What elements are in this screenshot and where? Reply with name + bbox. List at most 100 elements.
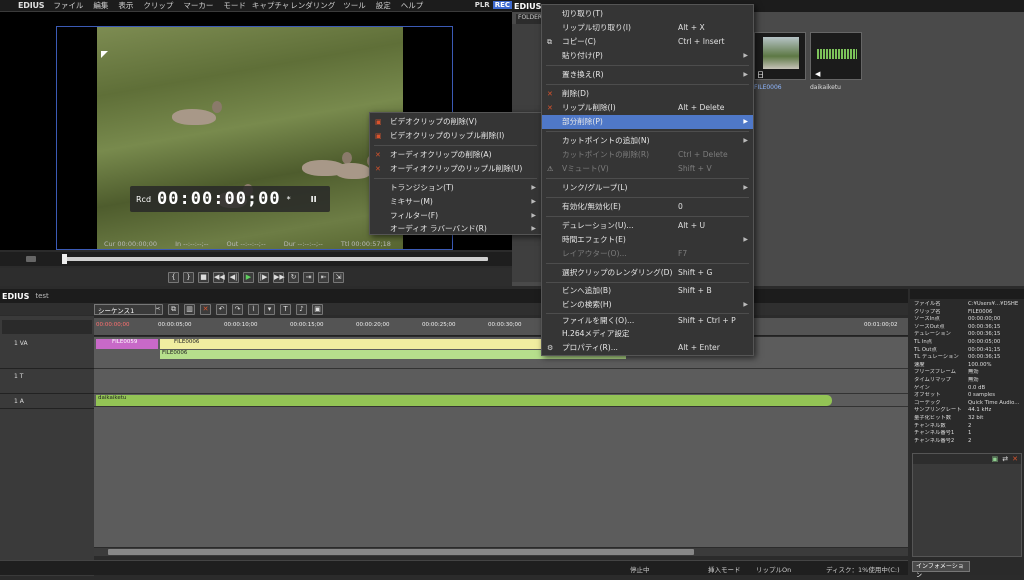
audio-waveform: [817, 49, 857, 59]
insert-icon[interactable]: ⇥: [303, 271, 314, 283]
menu-item-paste[interactable]: 貼り付け(P) ▶: [542, 49, 753, 63]
track-header-1va[interactable]: 1 VA: [0, 337, 94, 369]
submenu-item-rubberband[interactable]: オーディオ ラバーバンド(R) ▶: [370, 223, 541, 235]
render-icon[interactable]: ▣: [312, 304, 323, 315]
info-row: ファイル名 C:¥Users¥...¥DSHE: [914, 301, 1019, 307]
timeline-ruler[interactable]: 00:00:00;00 00:00:05;00 00:00:10;00 00:0…: [94, 318, 908, 336]
submenu-item-audio-ripple-delete[interactable]: ✕ オーディオクリップのリップル削除(U): [370, 162, 541, 176]
menu-help[interactable]: ヘルプ: [396, 0, 429, 11]
close-icon[interactable]: ✕: [1012, 455, 1018, 463]
razor-icon[interactable]: ⌇: [248, 304, 259, 315]
menu-item-ripple-cut[interactable]: リップル切り取り(I) Alt + X: [542, 21, 753, 35]
timeline-clip-file0059[interactable]: FILE0059: [96, 339, 158, 349]
menu-item-enable-disable[interactable]: 有効化/無効化(E) 0: [542, 200, 753, 214]
paste-icon[interactable]: ▥: [184, 304, 195, 315]
track-header-1t[interactable]: 1 T: [0, 370, 94, 394]
loop-icon[interactable]: ↻: [288, 271, 299, 283]
menu-item-v-mute[interactable]: ⚠ Vミュート(V) Shift + V: [542, 162, 753, 176]
menu-item-open-file[interactable]: ファイルを開く(O)... Shift + Ctrl + P: [542, 314, 753, 328]
info-panel: ファイル名 C:¥Users¥...¥DSHE クリップ名 FILE0006 ソース…: [910, 289, 1024, 579]
status-insert-mode[interactable]: 挿入モード: [708, 564, 741, 574]
menu-capture[interactable]: キャプチャ: [251, 0, 290, 11]
menu-item-add-to-bin[interactable]: ビンへ追加(B) Shift + B: [542, 284, 753, 298]
in-timecode: In --:--:--;--: [175, 240, 209, 248]
info-tab[interactable]: インフォメーション: [912, 561, 970, 579]
overwrite-icon[interactable]: ⇤: [318, 271, 329, 283]
fast-forward-icon[interactable]: ▶▶: [273, 271, 285, 283]
set-out-icon[interactable]: }: [183, 271, 194, 283]
scrub-handle[interactable]: [62, 254, 67, 264]
info-panel-header: [910, 289, 1024, 299]
submenu-item-video-ripple-delete[interactable]: ▣ ビデオクリップのリップル削除(I): [370, 129, 541, 143]
track-header-controls[interactable]: [2, 320, 92, 334]
menu-item-partial-delete[interactable]: 部分削除(P) ▶: [542, 115, 753, 129]
menu-render[interactable]: レンダリング: [290, 0, 338, 11]
ripple-delete-icon: ✕: [547, 104, 553, 112]
menu-item-search-bin[interactable]: ビンの検索(H) ▶: [542, 298, 753, 312]
menu-file[interactable]: ファイル: [48, 0, 88, 11]
menu-item-link-group[interactable]: リンク/グループ(L) ▶: [542, 181, 753, 195]
menu-item-copy[interactable]: ⧉ コピー(C) Ctrl + Insert: [542, 35, 753, 49]
scrollbar-thumb[interactable]: [108, 549, 694, 555]
redo-icon[interactable]: ↷: [232, 304, 243, 315]
menu-item-h264-settings[interactable]: H.264メディア設定: [542, 327, 753, 341]
marker-icon[interactable]: ▾: [264, 304, 275, 315]
menu-item-layouter[interactable]: レイアウター(O)... F7: [542, 247, 753, 261]
menu-item-render-selected[interactable]: 選択クリップのレンダリング(D) Shift + G: [542, 266, 753, 280]
rec-button[interactable]: REC: [492, 1, 512, 9]
bin-clip-file0006[interactable]: 日: [754, 32, 806, 80]
rewind-icon[interactable]: ◀◀: [213, 271, 225, 283]
menu-item-time-effect[interactable]: 時間エフェクト(E) ▶: [542, 233, 753, 247]
submenu-item-audio-delete[interactable]: ✕ オーディオクリップの削除(A): [370, 148, 541, 162]
timeline-scrollbar[interactable]: [94, 548, 908, 556]
delete-icon[interactable]: ✕: [200, 304, 211, 315]
menu-item-duration[interactable]: デュレーション(U)... Alt + U: [542, 219, 753, 233]
menu-edit[interactable]: 編集: [88, 0, 113, 11]
submenu-item-video-delete[interactable]: ▣ ビデオクリップの削除(V): [370, 115, 541, 129]
plr-button[interactable]: PLR: [473, 1, 492, 9]
scrub-left-button[interactable]: [26, 256, 36, 262]
menu-mode[interactable]: モード: [218, 0, 251, 11]
menu-item-remove-cutpoint[interactable]: カットポイントの削除(R) Ctrl + Delete: [542, 148, 753, 162]
status-ripple[interactable]: リップルOn: [756, 564, 791, 574]
folder-label[interactable]: FOLDER: [516, 14, 544, 24]
title-icon[interactable]: T: [280, 304, 291, 315]
menu-item-delete[interactable]: ✕ 削除(D): [542, 87, 753, 101]
menubar: EDIUS ファイル 編集 表示 クリップ マーカー モード キャプチャ レンダ…: [0, 0, 512, 12]
plr-rec-toggle[interactable]: PLR REC: [473, 1, 512, 9]
menu-view[interactable]: 表示: [113, 0, 138, 11]
undo-icon[interactable]: ↶: [216, 304, 227, 315]
set-in-icon[interactable]: {: [168, 271, 179, 283]
menu-item-cut[interactable]: 切り取り(T): [542, 7, 753, 21]
play-icon[interactable]: ▶: [243, 271, 254, 283]
menu-item-ripple-delete[interactable]: ✕ リップル削除(I) Alt + Delete: [542, 101, 753, 115]
sequence-tab[interactable]: シーケンス1: [94, 304, 156, 315]
menu-marker[interactable]: マーカー: [178, 0, 218, 11]
preview-scrubber[interactable]: [0, 252, 512, 266]
step-back-icon[interactable]: ◀|: [228, 271, 239, 283]
menu-clip[interactable]: クリップ: [138, 0, 178, 11]
stop-icon[interactable]: ■: [198, 271, 209, 283]
menu-item-properties[interactable]: ⚙ プロパティ(R)... Alt + Enter: [542, 341, 753, 355]
menu-tools[interactable]: ツール: [338, 0, 371, 11]
scrub-track[interactable]: [64, 257, 488, 261]
menu-settings[interactable]: 設定: [371, 0, 396, 11]
bin-clip-daikaiketu[interactable]: ◀: [810, 32, 862, 80]
effect-settings-icon[interactable]: ▣: [992, 455, 999, 463]
submenu-item-filter[interactable]: フィルター(F) ▶: [370, 209, 541, 223]
mic-icon[interactable]: ♪: [296, 304, 307, 315]
info-row: TL デュレーション 00:00:36;15: [914, 354, 1001, 361]
submenu-item-mixer[interactable]: ミキサー(M) ▶: [370, 195, 541, 209]
menu-item-replace[interactable]: 置き換え(R) ▶: [542, 68, 753, 82]
step-forward-icon[interactable]: |▶: [258, 271, 269, 283]
export-icon[interactable]: ⇲: [333, 271, 344, 283]
timeline-clip-daikaiketu[interactable]: daikaiketu: [96, 395, 832, 406]
timeline-title: EDIUS: [2, 291, 30, 301]
submenu-item-transition[interactable]: トランジション(T) ▶: [370, 181, 541, 195]
corner-marker-icon: [101, 51, 108, 58]
menu-item-add-cutpoint[interactable]: カットポイントの追加(N) ▶: [542, 134, 753, 148]
track-header-1a[interactable]: 1 A: [0, 395, 94, 409]
copy-icon[interactable]: ⧉: [168, 304, 179, 315]
link-icon[interactable]: ⇄: [1002, 455, 1008, 463]
info-row: 速度 100.00%: [914, 361, 992, 368]
